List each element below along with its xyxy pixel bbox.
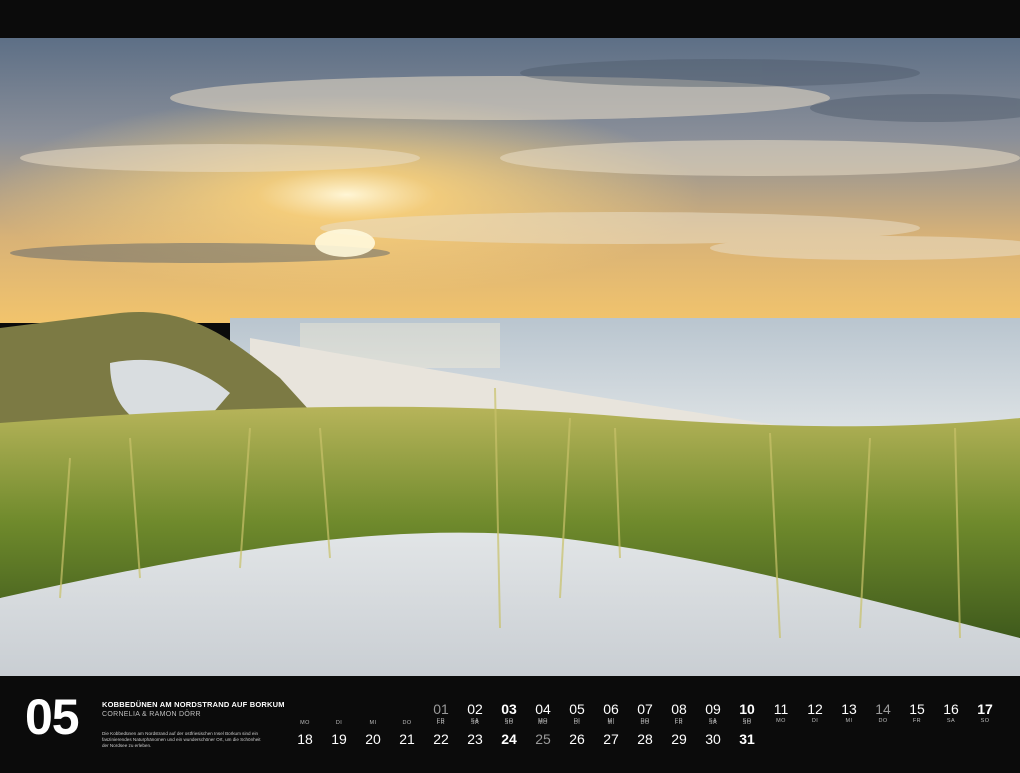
weekday-label: DI [573,720,581,726]
day-number: 29 [671,731,687,747]
weekday-label: DO [878,718,888,724]
calendar-day: 16 SA [934,701,968,725]
day-number: 18 [297,731,313,747]
day-number: 22 [433,731,449,747]
day-number: 14 [875,701,891,717]
day-number: 21 [399,731,415,747]
weekday-label: DI [335,720,343,726]
weekday-label: FR [436,720,446,726]
day-number: 31 [739,731,755,747]
day-number: 15 [909,701,925,717]
day-number: 01 [433,701,449,717]
calendar-day: 25 [526,731,560,747]
day-number: 23 [467,731,483,747]
weekday-label: MO [776,718,786,724]
day-number: 30 [705,731,721,747]
top-border [0,0,1020,38]
day-number: 09 [705,701,721,717]
weekday-label: DI [811,718,819,724]
calendar-day: 14 DO [866,701,900,725]
weekday-label: SA [470,720,480,726]
day-number: 19 [331,731,347,747]
weekday-label: DO [402,720,412,726]
calendar-day: 19 [322,731,356,747]
weekday-label: MO [538,720,548,726]
calendar-day: 21 [390,731,424,747]
calendar-day: 30 [696,731,730,747]
day-number: 24 [501,731,517,747]
day-number: 25 [535,731,551,747]
weekday-label: SO [504,720,514,726]
calendar-day: 18 [288,731,322,747]
calendar-day: 24 [492,731,526,747]
day-number: 13 [841,701,857,717]
caption-description: Die Kobbedünen am Nordstrand auf der ost… [102,730,261,749]
calendar-day: 13 MI [832,701,866,725]
weekday-label: DO [640,720,650,726]
calendar-day: 12 DI [798,701,832,725]
day-number: 06 [603,701,619,717]
landscape-photo [0,38,1020,676]
day-number: 16 [943,701,959,717]
caption-title: KOBBEDÜNEN AM NORDSTRAND AUF BORKUM [102,700,285,709]
day-number: 11 [773,701,789,717]
weekday-label: MI [369,720,377,726]
calendar-day: 15 FR [900,701,934,725]
day-number: 08 [671,701,687,717]
day-number: 07 [637,701,653,717]
day-number: 04 [535,701,551,717]
calendar-day: 26 [560,731,594,747]
day-number: 10 [739,701,755,717]
weekday-label: SA [708,720,718,726]
calendar-day: 28 [628,731,662,747]
month-number: 05 [25,689,80,745]
weekday-label: FR [674,720,684,726]
calendar-day: 17 SO [968,701,1002,725]
caption-author: CORNELIA & RAMON DÖRR [102,710,201,718]
weekday-label: MO [300,720,310,726]
calendar-day: 27 [594,731,628,747]
photo-caption: KOBBEDÜNEN AM NORDSTRAND AUF BORKUM CORN… [102,700,285,749]
calendar-day: 23 [458,731,492,747]
weekday-label: SA [946,718,956,724]
weekday-label: MI [607,720,615,726]
day-number: 02 [467,701,483,717]
weekday-label: FR [912,718,922,724]
calendar-day: 20 [356,731,390,747]
calendar-day: 22 [424,731,458,747]
day-number: 27 [603,731,619,747]
calendar-day: 11 MO [764,701,798,725]
day-number: 20 [365,731,381,747]
calendar-day: 31 [730,731,764,747]
calendar-day: 29 [662,731,696,747]
weekday-label: SO [980,718,990,724]
weekday-label: SO [742,720,752,726]
day-number: 28 [637,731,653,747]
day-number: 12 [807,701,823,717]
day-number: 17 [977,701,993,717]
day-number: 26 [569,731,585,747]
weekday-label: MI [845,718,853,724]
day-number: 05 [569,701,585,717]
day-number: 03 [501,701,517,717]
